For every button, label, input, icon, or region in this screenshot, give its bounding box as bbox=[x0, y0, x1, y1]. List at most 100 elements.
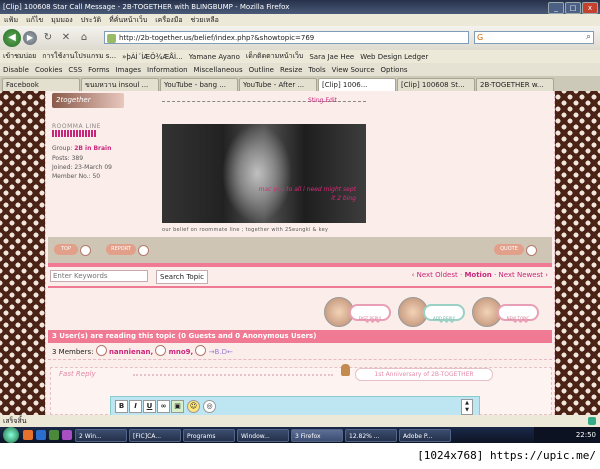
bookmark-item[interactable]: »þÀÌ´ÍÆÖ¾ÆÅÌ... bbox=[119, 53, 186, 61]
webdev-images[interactable]: Images bbox=[112, 66, 144, 74]
webdev-tools[interactable]: Tools bbox=[305, 66, 328, 74]
tab-clip-active[interactable]: [Clip] 1006... bbox=[318, 77, 396, 91]
start-button[interactable] bbox=[3, 427, 19, 443]
user-member-no: Member No.: 50 bbox=[52, 173, 101, 180]
user-banner: 2together bbox=[52, 93, 124, 108]
tab-youtube-bang[interactable]: YouTube - bang ... bbox=[160, 77, 238, 91]
clock[interactable]: 22:50 bbox=[576, 431, 596, 439]
fast-reply-button[interactable]: ●●● FAST REPLY bbox=[349, 304, 391, 324]
italic-button[interactable]: I bbox=[129, 400, 142, 413]
bunny-icon bbox=[138, 245, 149, 256]
back-button[interactable]: ◀ bbox=[3, 29, 21, 47]
bookmark-item[interactable]: Sara Jae Hee bbox=[306, 53, 357, 61]
search-engine-icon: G bbox=[477, 33, 484, 42]
webdev-information[interactable]: Information bbox=[144, 66, 191, 74]
prev-link[interactable]: ‹ Next Oldest bbox=[412, 271, 458, 279]
tab-youtube-after[interactable]: YouTube - After ... bbox=[239, 77, 317, 91]
webdev-resize[interactable]: Resize bbox=[277, 66, 305, 74]
bookmark-item[interactable]: การใช้งานโปรแกรม s... bbox=[39, 51, 119, 62]
tab-insoul[interactable]: ขนมหวาน insoul ... bbox=[81, 77, 159, 91]
user-group: Group: 2B in Brain bbox=[52, 145, 111, 152]
task-fic[interactable]: [FIC]CA... bbox=[129, 428, 181, 442]
top-button[interactable]: TOP bbox=[54, 244, 78, 255]
menu-file[interactable]: แฟ้ม bbox=[0, 15, 22, 26]
bookmark-item[interactable]: Yamane Ayano bbox=[186, 53, 243, 61]
member-link[interactable]: mno9, bbox=[169, 348, 194, 356]
tab-facebook[interactable]: Facebook bbox=[2, 77, 80, 91]
post-actions-bar: TOP REPORT QUOTE bbox=[48, 237, 552, 263]
addon-icon[interactable] bbox=[588, 417, 596, 425]
navigation-toolbar: ◀ ▶ ↻ ✕ ⌂ http://2b-together.us/belief/i… bbox=[0, 26, 600, 50]
bookmark-item[interactable]: เข้าชมบ่อย bbox=[0, 51, 39, 62]
member-link[interactable]: →B.D← bbox=[209, 348, 233, 356]
forward-button[interactable]: ▶ bbox=[23, 31, 37, 45]
smiley-button[interactable]: ☺ bbox=[187, 400, 200, 413]
webdev-miscellaneous[interactable]: Miscellaneous bbox=[191, 66, 246, 74]
page-viewport: 2together ROOMMA LINE Group: 2B in Brain… bbox=[0, 91, 600, 415]
image-button[interactable]: ▣ bbox=[171, 400, 184, 413]
search-row: Search Topic ‹ Next Oldest · Motion · Ne… bbox=[48, 267, 552, 286]
search-topic-button[interactable]: Search Topic bbox=[156, 270, 208, 284]
edit-link[interactable]: Sting Edit bbox=[308, 97, 337, 104]
webdev-cookies[interactable]: Cookies bbox=[32, 66, 65, 74]
quote-button[interactable]: QUOTE bbox=[494, 244, 524, 255]
menu-view[interactable]: มุมมอง bbox=[47, 15, 76, 26]
member-link[interactable]: nannienan, bbox=[109, 348, 153, 356]
minimize-button[interactable]: _ bbox=[548, 2, 564, 14]
tab-clip-star-call[interactable]: [Clip] 100608 St... bbox=[397, 77, 475, 91]
search-bar[interactable]: G ⌕ bbox=[474, 31, 594, 44]
close-button[interactable]: x bbox=[582, 2, 598, 14]
task-window[interactable]: Window... bbox=[237, 428, 289, 442]
webdev-disable[interactable]: Disable bbox=[0, 66, 32, 74]
ie-quicklaunch-icon[interactable] bbox=[36, 430, 46, 440]
menu-edit[interactable]: แก้ไข bbox=[22, 15, 47, 26]
add-reply-button[interactable]: ●●● ADD REPLY bbox=[423, 304, 465, 324]
link-button[interactable]: ∞ bbox=[157, 400, 170, 413]
webdev-forms[interactable]: Forms bbox=[85, 66, 112, 74]
member-icon bbox=[155, 345, 167, 356]
webdev-options[interactable]: Options bbox=[378, 66, 411, 74]
task-download[interactable]: 12.82% ... bbox=[345, 428, 397, 442]
user-role: ROOMMA LINE bbox=[52, 123, 101, 130]
messenger-quicklaunch-icon[interactable] bbox=[62, 430, 72, 440]
underline-button[interactable]: U bbox=[143, 400, 156, 413]
watermark-strip: [1024x768] https://upic.me/ bbox=[0, 443, 600, 469]
tab-2b-together[interactable]: 2B-TOGETHER w... bbox=[476, 77, 554, 91]
firefox-quicklaunch-icon[interactable] bbox=[23, 430, 33, 440]
task-adobe[interactable]: Adobe P... bbox=[399, 428, 451, 442]
home-icon[interactable]: ⌂ bbox=[77, 31, 91, 45]
resize-stepper[interactable]: ▲ ▼ bbox=[461, 399, 473, 415]
search-icon[interactable]: ⌕ bbox=[586, 32, 591, 42]
title-bar: [Clip] 100608 Star Call Message - 2B-TOG… bbox=[0, 0, 600, 14]
keywords-input[interactable] bbox=[50, 270, 148, 282]
webdev-outline[interactable]: Outline bbox=[246, 66, 277, 74]
maximize-button[interactable]: □ bbox=[565, 2, 581, 14]
webdev-css[interactable]: CSS bbox=[65, 66, 85, 74]
menu-history[interactable]: ประวัติ bbox=[77, 15, 105, 26]
new-topic-button[interactable]: ●●● NEW TOPIC bbox=[497, 304, 539, 324]
fast-reply-label: Fast Reply bbox=[59, 370, 96, 378]
stop-icon[interactable]: ✕ bbox=[59, 31, 73, 45]
bookmark-item[interactable]: Web Design Ledger bbox=[357, 53, 431, 61]
color-button[interactable]: ◎ bbox=[203, 400, 216, 413]
menu-help[interactable]: ช่วยเหลือ bbox=[187, 15, 223, 26]
task-firefox[interactable]: 3 Firefox bbox=[291, 428, 343, 442]
url-bar[interactable]: http://2b-together.us/belief/index.php?&… bbox=[104, 31, 469, 44]
media-quicklaunch-icon[interactable] bbox=[49, 430, 59, 440]
bookmark-item[interactable]: เด็กติดตามหน้าเว็บ bbox=[243, 51, 306, 62]
menu-bar: แฟ้ม แก้ไข มุมมอง ประวัติ ที่คั่นหน้าเว็… bbox=[0, 14, 600, 26]
taskbar: 2 Win... [FIC]CA... Programs Window... 3… bbox=[0, 427, 600, 443]
user-posts: Posts: 389 bbox=[52, 155, 84, 162]
watermark-text: [1024x768] https://upic.me/ bbox=[417, 449, 596, 462]
task-programs[interactable]: Programs bbox=[183, 428, 235, 442]
task-windows[interactable]: 2 Win... bbox=[75, 428, 127, 442]
reload-icon[interactable]: ↻ bbox=[41, 31, 55, 45]
menu-tools[interactable]: เครื่องมือ bbox=[151, 15, 186, 26]
bold-button[interactable]: B bbox=[115, 400, 128, 413]
report-button[interactable]: REPORT bbox=[106, 244, 136, 255]
post-photo: mac you to all i need might sept it 2 bi… bbox=[162, 124, 366, 223]
webdev-view-source[interactable]: View Source bbox=[329, 66, 378, 74]
next-link[interactable]: Next Newest › bbox=[498, 271, 548, 279]
group-value[interactable]: 2B in Brain bbox=[74, 145, 111, 152]
menu-bookmarks[interactable]: ที่คั่นหน้าเว็บ bbox=[105, 15, 151, 26]
